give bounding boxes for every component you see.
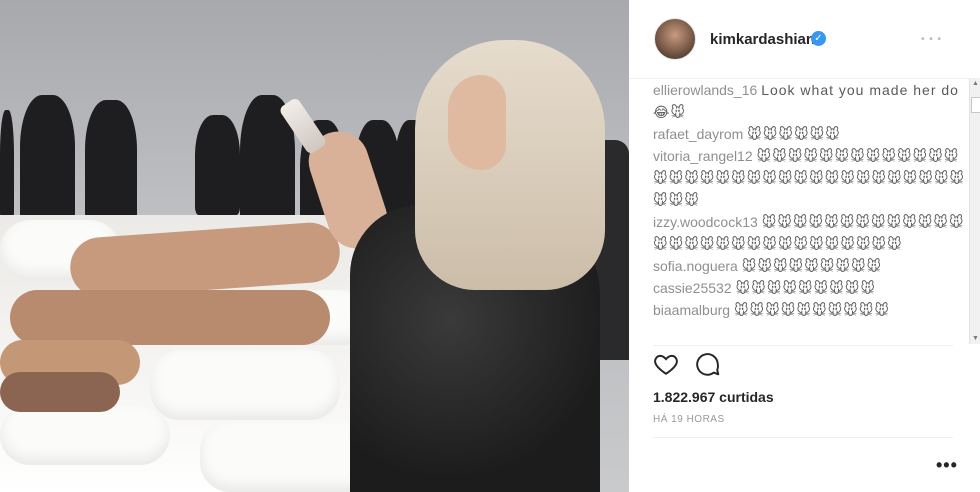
comments-list[interactable]: ellierowlands_16 Look what you made her …	[653, 79, 971, 344]
figure	[0, 372, 120, 412]
post-timestamp: HÁ 19 HORAS	[653, 414, 725, 425]
comment-username[interactable]: sofia.noguera	[653, 258, 738, 274]
crowd-person	[0, 110, 14, 220]
comment-item: rafaet_dayrom 🐭🐭🐭🐭🐭🐭	[653, 123, 971, 145]
comment-username[interactable]: vitoria_rangel12	[653, 148, 753, 164]
post-photo[interactable]	[0, 0, 629, 492]
comment-item: cassie25532 🐭🐭🐭🐭🐭🐭🐭🐭🐭	[653, 277, 971, 299]
comment-item: ellierowlands_16 Look what you made her …	[653, 79, 971, 123]
comment-item: vitoria_rangel12 🐭🐭🐭🐭🐭🐭🐭🐭🐭🐭🐭🐭🐭🐭🐭🐭🐭🐭🐭🐭🐭🐭🐭…	[653, 145, 971, 211]
comment-username[interactable]: cassie25532	[653, 280, 732, 296]
face	[448, 75, 506, 170]
comment-text: 🐭🐭🐭🐭🐭🐭	[747, 126, 841, 142]
crowd-person	[20, 95, 75, 225]
blonde-hair	[415, 40, 605, 290]
divider	[653, 345, 953, 346]
comment-username[interactable]: ellierowlands_16	[653, 82, 757, 98]
pillow	[0, 405, 170, 465]
comment-bubble-icon[interactable]	[695, 351, 723, 379]
add-comment-input[interactable]	[653, 460, 907, 482]
figure	[10, 290, 330, 345]
scroll-thumb[interactable]	[971, 97, 980, 113]
likes-count[interactable]: 1.822.967 curtidas	[653, 389, 774, 405]
divider	[653, 437, 953, 438]
comment-text: 🐭🐭🐭🐭🐭🐭🐭🐭🐭	[735, 280, 876, 296]
comment-username[interactable]: izzy.woodcock13	[653, 214, 758, 230]
scroll-up-icon[interactable]: ▲	[972, 80, 979, 87]
comment-text: 🐭🐭🐭🐭🐭🐭🐭🐭🐭🐭	[733, 302, 890, 318]
verified-badge-icon: ✓	[811, 31, 826, 46]
comment-username[interactable]: biaamalburg	[653, 302, 730, 318]
pillow	[150, 350, 340, 420]
crowd-person	[85, 100, 137, 225]
post-panel: kimkardashian ✓ • • • ellierowlands_16 L…	[629, 0, 980, 492]
post-header: kimkardashian ✓ • • •	[629, 0, 980, 79]
comment-text: 🐭🐭🐭🐭🐭🐭🐭🐭🐭	[741, 258, 883, 274]
comment-username[interactable]: rafaet_dayrom	[653, 126, 743, 142]
comment-item: biaamalburg 🐭🐭🐭🐭🐭🐭🐭🐭🐭🐭	[653, 299, 971, 321]
more-options-icon[interactable]: •••	[936, 455, 958, 476]
post-username[interactable]: kimkardashian	[710, 31, 815, 48]
avatar[interactable]	[654, 18, 696, 60]
comment-item: izzy.woodcock13 🐭🐭🐭🐭🐭🐭🐭🐭🐭🐭🐭🐭🐭🐭🐭🐭🐭🐭🐭🐭🐭🐭🐭🐭…	[653, 211, 971, 255]
comments-scrollbar[interactable]: ▲ ▼	[969, 78, 980, 344]
comment-item: sofia.noguera 🐭🐭🐭🐭🐭🐭🐭🐭🐭	[653, 255, 971, 277]
crowd-person	[195, 115, 240, 215]
scroll-down-icon[interactable]: ▼	[972, 335, 979, 342]
more-options-icon[interactable]: • • •	[921, 34, 942, 45]
like-heart-icon[interactable]	[653, 351, 681, 379]
